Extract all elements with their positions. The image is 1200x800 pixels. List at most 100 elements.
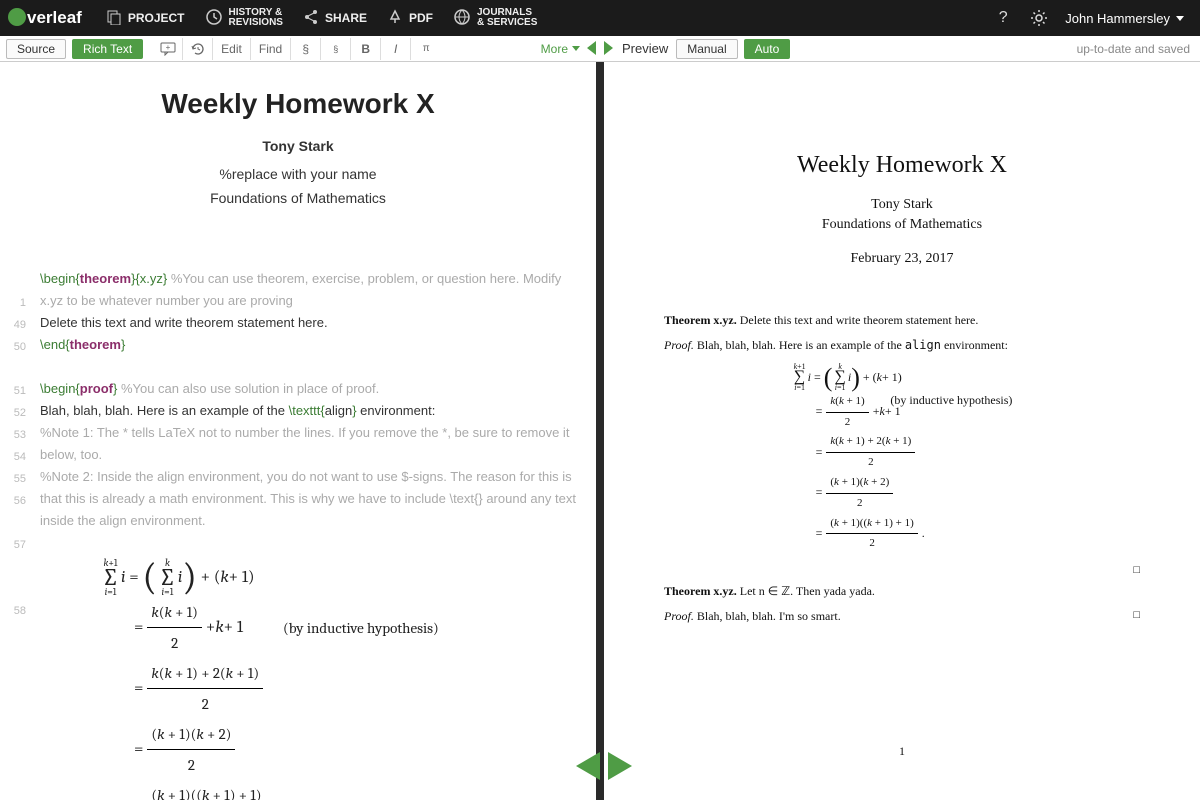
brand-logo[interactable]: verleaf bbox=[8, 8, 82, 28]
share-icon bbox=[303, 9, 319, 28]
latex-cmd: } bbox=[352, 403, 360, 418]
math-preview: k+1∑i=1 i = (k∑i=1i) + (k + 1) = k(k + 1… bbox=[100, 558, 596, 800]
code-text: Blah, blah, blah. Here is an example of … bbox=[40, 403, 289, 418]
latex-comment: %You can also use solution in place of p… bbox=[121, 381, 379, 396]
code-area[interactable]: \begin{theorem}{x.yz} %You can use theor… bbox=[40, 246, 582, 532]
preview-pane[interactable]: Weekly Homework X Tony Stark Foundations… bbox=[604, 62, 1200, 800]
nav-journals-l2: & SERVICES bbox=[477, 18, 537, 28]
latex-cmd: \begin{ bbox=[40, 381, 80, 396]
thm-label: Theorem x.yz. bbox=[664, 584, 737, 598]
pdf-icon bbox=[387, 9, 403, 28]
math-annotation: (by inductive hypothesis) bbox=[890, 393, 1012, 408]
thm-body: Let n ∈ ℤ. Then yada yada. bbox=[737, 584, 875, 598]
nav-share-label: SHARE bbox=[325, 11, 367, 25]
rich-text-tab[interactable]: Rich Text bbox=[72, 39, 143, 59]
doc-title[interactable]: Weekly Homework X bbox=[0, 88, 596, 120]
history-button[interactable] bbox=[183, 38, 213, 60]
latex-cmd: } bbox=[121, 337, 125, 352]
user-menu[interactable]: John Hammersley bbox=[1057, 11, 1192, 26]
page-number: 1 bbox=[664, 744, 1140, 759]
nav-history[interactable]: HISTORY &REVISIONS bbox=[195, 0, 293, 36]
pdf-date: February 23, 2017 bbox=[664, 251, 1140, 267]
comment-icon: + bbox=[160, 42, 176, 56]
pdf-page: Weekly Homework X Tony Stark Foundations… bbox=[604, 62, 1200, 799]
nav-project[interactable]: PROJECT bbox=[96, 0, 195, 36]
editor-pane[interactable]: Weekly Homework X Tony Stark %replace wi… bbox=[0, 62, 596, 800]
latex-comment: %Note 1: The * tells LaTeX not to number… bbox=[40, 422, 582, 466]
qed-icon: □ bbox=[1133, 609, 1140, 621]
top-nav: PROJECT HISTORY &REVISIONS SHARE PDF JOU… bbox=[96, 0, 548, 36]
caret-down-icon bbox=[572, 46, 580, 51]
line-num: 52 bbox=[0, 402, 26, 424]
sync-arrows bbox=[576, 752, 632, 780]
globe-icon bbox=[453, 8, 471, 29]
proof-label: Proof. bbox=[664, 609, 694, 623]
clock-icon bbox=[205, 8, 223, 29]
nav-share[interactable]: SHARE bbox=[293, 0, 377, 36]
proof-body: Blah, blah, blah. I'm so smart. bbox=[694, 609, 841, 623]
edit-menu[interactable]: Edit bbox=[213, 38, 251, 60]
sync-to-pdf-button[interactable] bbox=[608, 752, 632, 780]
tt-text: align bbox=[905, 338, 941, 352]
latex-comment: %Note 2: Inside the align environment, y… bbox=[40, 466, 582, 532]
auto-tab[interactable]: Auto bbox=[744, 39, 791, 59]
code-text: align bbox=[325, 403, 352, 418]
qed-icon: □ bbox=[1133, 564, 1140, 576]
collapse-left-button[interactable] bbox=[584, 39, 598, 57]
proof-label: Proof. bbox=[664, 338, 694, 352]
svg-text:+: + bbox=[165, 43, 170, 52]
latex-cmd: } bbox=[113, 381, 121, 396]
caret-down-icon bbox=[1176, 16, 1184, 21]
doc-author[interactable]: Tony Stark bbox=[0, 138, 596, 154]
pane-divider[interactable] bbox=[596, 62, 604, 800]
username-label: John Hammersley bbox=[1065, 11, 1170, 26]
main-split: Weekly Homework X Tony Stark %replace wi… bbox=[0, 62, 1200, 800]
more-label: More bbox=[541, 42, 568, 56]
find-menu[interactable]: Find bbox=[251, 38, 291, 60]
doc-replace[interactable]: %replace with your name bbox=[0, 166, 596, 182]
nav-history-l2: REVISIONS bbox=[229, 18, 283, 28]
line-num: 58 bbox=[0, 600, 26, 622]
proof-body: environment: bbox=[941, 338, 1008, 352]
line-num: 50 bbox=[0, 336, 26, 358]
more-menu[interactable]: More bbox=[541, 42, 580, 56]
manual-tab[interactable]: Manual bbox=[676, 39, 737, 59]
math-annotation: (by inductive hypothesis) bbox=[283, 613, 439, 643]
latex-cmd: \texttt{ bbox=[289, 403, 325, 418]
brand-text: verleaf bbox=[27, 8, 82, 28]
nav-pdf[interactable]: PDF bbox=[377, 0, 443, 36]
pdf-proof: Proof. Blah, blah, blah. Here is an exam… bbox=[664, 338, 1140, 353]
doc-course[interactable]: Foundations of Mathematics bbox=[0, 190, 596, 206]
status-text: up-to-date and saved bbox=[1077, 42, 1190, 56]
top-right: ? John Hammersley bbox=[985, 4, 1192, 32]
preview-label: Preview bbox=[622, 41, 668, 56]
bold-button[interactable]: B bbox=[351, 38, 381, 60]
italic-button[interactable]: I bbox=[381, 38, 411, 60]
line-num: 56 bbox=[0, 490, 26, 534]
math-button[interactable]: π bbox=[411, 38, 441, 60]
sync-to-source-button[interactable] bbox=[576, 752, 600, 780]
code-line: Delete this text and write theorem state… bbox=[40, 312, 582, 334]
line-num: 57 bbox=[0, 534, 26, 600]
help-button[interactable]: ? bbox=[989, 4, 1017, 32]
line-num: 49 bbox=[0, 314, 26, 336]
pdf-course: Foundations of Mathematics bbox=[664, 217, 1140, 233]
latex-env: theorem bbox=[70, 337, 121, 352]
top-bar: verleaf PROJECT HISTORY &REVISIONS SHARE… bbox=[0, 0, 1200, 36]
collapse-right-button[interactable] bbox=[602, 39, 616, 57]
line-num: 1 bbox=[0, 292, 26, 314]
pdf-author: Tony Stark bbox=[664, 197, 1140, 213]
thm-label: Theorem x.yz. bbox=[664, 313, 737, 327]
code-text: environment: bbox=[360, 403, 435, 418]
settings-button[interactable] bbox=[1025, 4, 1053, 32]
overleaf-o-icon bbox=[8, 8, 26, 26]
source-tab[interactable]: Source bbox=[6, 39, 66, 59]
section-button[interactable]: § bbox=[291, 38, 321, 60]
pdf-title: Weekly Homework X bbox=[664, 152, 1140, 179]
pdf-proof: Proof. Blah, blah, blah. I'm so smart. □ bbox=[664, 609, 1140, 624]
nav-journals[interactable]: JOURNALS& SERVICES bbox=[443, 0, 547, 36]
thm-body: Delete this text and write theorem state… bbox=[737, 313, 979, 327]
comment-button[interactable]: + bbox=[153, 38, 183, 60]
line-gutter: 1 49 50 51 52 53 54 55 56 57 58 bbox=[0, 292, 26, 622]
subsection-button[interactable]: § bbox=[321, 38, 351, 60]
